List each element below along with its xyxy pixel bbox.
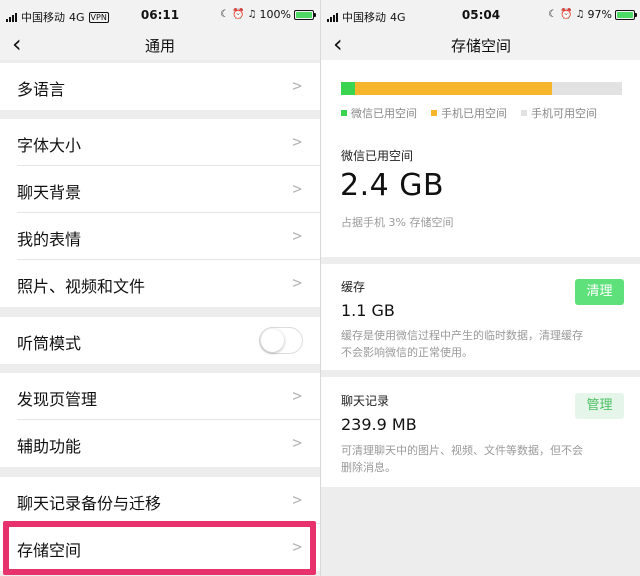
storage-usage-bar <box>341 82 622 95</box>
settings-item-photos-videos-files[interactable]: 照片、视频和文件 > <box>0 260 320 307</box>
bar-segment-phone-used <box>355 82 552 95</box>
cache-card: 缓存 1.1 GB 缓存是使用微信过程中产生的临时数据，清理缓存 不会影响微信的… <box>321 264 640 370</box>
bar-segment-wechat-used <box>341 82 355 95</box>
chevron-right-icon: > <box>292 226 302 245</box>
cache-size: 1.1 GB <box>341 301 395 320</box>
legend-swatch <box>431 110 437 116</box>
cache-title: 缓存 <box>341 280 366 294</box>
chevron-right-icon: > <box>292 76 302 95</box>
settings-item-chat-backup-migration[interactable]: 聊天记录备份与迁移 > <box>0 477 320 524</box>
status-bar: 中国移动 4G VPN 06:11 ☾ ⏰ ♫ 100% <box>0 0 320 30</box>
usage-legend: 微信已用空间 手机已用空间 手机可用空间 <box>341 105 631 121</box>
screenshot-pair: 中国移动 4G VPN 06:11 ☾ ⏰ ♫ 100% ‹ 通用 多语言 > … <box>0 0 640 576</box>
settings-item-label: 字体大小 <box>17 136 82 155</box>
status-bar: 中国移动 4G 05:04 ☾ ⏰ ♫ 97% <box>321 0 640 30</box>
settings-item-earpiece-mode: 听筒模式 <box>0 317 320 364</box>
moon-icon: ☾ <box>220 9 230 20</box>
settings-item-label: 辅助功能 <box>17 437 82 456</box>
alarm-icon: ⏰ <box>232 9 245 20</box>
settings-item-storage[interactable]: 存储空间 > <box>0 524 320 571</box>
legend-item: 手机可用空间 <box>521 105 597 121</box>
chevron-right-icon: > <box>292 273 302 292</box>
alarm-icon: ⏰ <box>560 9 573 20</box>
chat-history-description-line1: 可清理聊天中的图片、视频、文件等数据，但不会 <box>341 444 583 457</box>
chat-history-title: 聊天记录 <box>341 394 390 408</box>
headphones-icon: ♫ <box>575 9 585 20</box>
settings-item-label: 我的表情 <box>17 230 82 249</box>
wechat-used-note: 占据手机 3% 存储空间 <box>341 216 454 229</box>
settings-item-accessibility[interactable]: 辅助功能 > <box>0 420 320 467</box>
settings-item-label: 发现页管理 <box>17 390 98 409</box>
legend-item: 手机已用空间 <box>431 105 507 121</box>
settings-item-label: 聊天记录备份与迁移 <box>17 494 162 513</box>
chevron-right-icon: > <box>292 537 302 556</box>
settings-item-chat-background[interactable]: 聊天背景 > <box>0 166 320 213</box>
cache-description-line1: 缓存是使用微信过程中产生的临时数据，清理缓存 <box>341 329 583 342</box>
chevron-right-icon: > <box>292 433 302 452</box>
status-right: ☾ ⏰ ♫ 100% <box>220 8 316 21</box>
wechat-used-label: 微信已用空间 <box>341 149 414 163</box>
toggle-knob <box>261 329 284 352</box>
general-settings-screen: 中国移动 4G VPN 06:11 ☾ ⏰ ♫ 100% ‹ 通用 多语言 > … <box>0 0 320 576</box>
chevron-right-icon: > <box>292 179 302 198</box>
nav-bar: ‹ 存储空间 <box>321 30 640 60</box>
battery-icon <box>294 9 316 20</box>
settings-item-label: 照片、视频和文件 <box>17 277 146 296</box>
chevron-right-icon: > <box>292 386 302 405</box>
manage-chat-history-button[interactable]: 管理 <box>575 393 624 419</box>
legend-label: 手机已用空间 <box>441 107 507 120</box>
earpiece-mode-toggle[interactable] <box>259 327 303 354</box>
legend-swatch <box>341 110 347 116</box>
settings-item-label: 存储空间 <box>17 541 82 560</box>
legend-item: 微信已用空间 <box>341 105 417 121</box>
settings-item-language[interactable]: 多语言 > <box>0 63 320 110</box>
settings-item-discover-management[interactable]: 发现页管理 > <box>0 373 320 420</box>
legend-label: 微信已用空间 <box>351 107 417 120</box>
battery-icon <box>615 9 637 20</box>
nav-bar: ‹ 通用 <box>0 30 320 60</box>
settings-item-label: 聊天背景 <box>17 183 82 202</box>
settings-item-label: 多语言 <box>17 80 66 99</box>
clean-cache-button[interactable]: 清理 <box>575 279 624 305</box>
battery-percent: 97% <box>587 8 612 21</box>
battery-percent: 100% <box>259 8 291 21</box>
headphones-icon: ♫ <box>247 9 257 20</box>
settings-item-font-size[interactable]: 字体大小 > <box>0 119 320 166</box>
storage-screen: 中国移动 4G 05:04 ☾ ⏰ ♫ 97% ‹ 存储空间 微信已用空间 手机… <box>320 0 640 576</box>
chevron-right-icon: > <box>292 132 302 151</box>
legend-swatch <box>521 110 527 116</box>
chat-history-description-line2: 删除消息。 <box>341 461 396 474</box>
settings-item-label: 听筒模式 <box>17 334 82 353</box>
status-right: ☾ ⏰ ♫ 97% <box>548 8 637 21</box>
settings-item-my-stickers[interactable]: 我的表情 > <box>0 213 320 260</box>
legend-label: 手机可用空间 <box>531 107 597 120</box>
page-title: 存储空间 <box>450 37 511 55</box>
cache-description-line2: 不会影响微信的正常使用。 <box>341 346 473 359</box>
moon-icon: ☾ <box>548 9 558 20</box>
chat-history-card: 聊天记录 239.9 MB 可清理聊天中的图片、视频、文件等数据，但不会 删除消… <box>321 377 640 487</box>
chevron-right-icon: > <box>292 490 302 509</box>
chat-history-size: 239.9 MB <box>341 415 417 434</box>
wechat-used-value: 2.4 GB <box>340 168 445 203</box>
page-title: 通用 <box>144 37 175 55</box>
